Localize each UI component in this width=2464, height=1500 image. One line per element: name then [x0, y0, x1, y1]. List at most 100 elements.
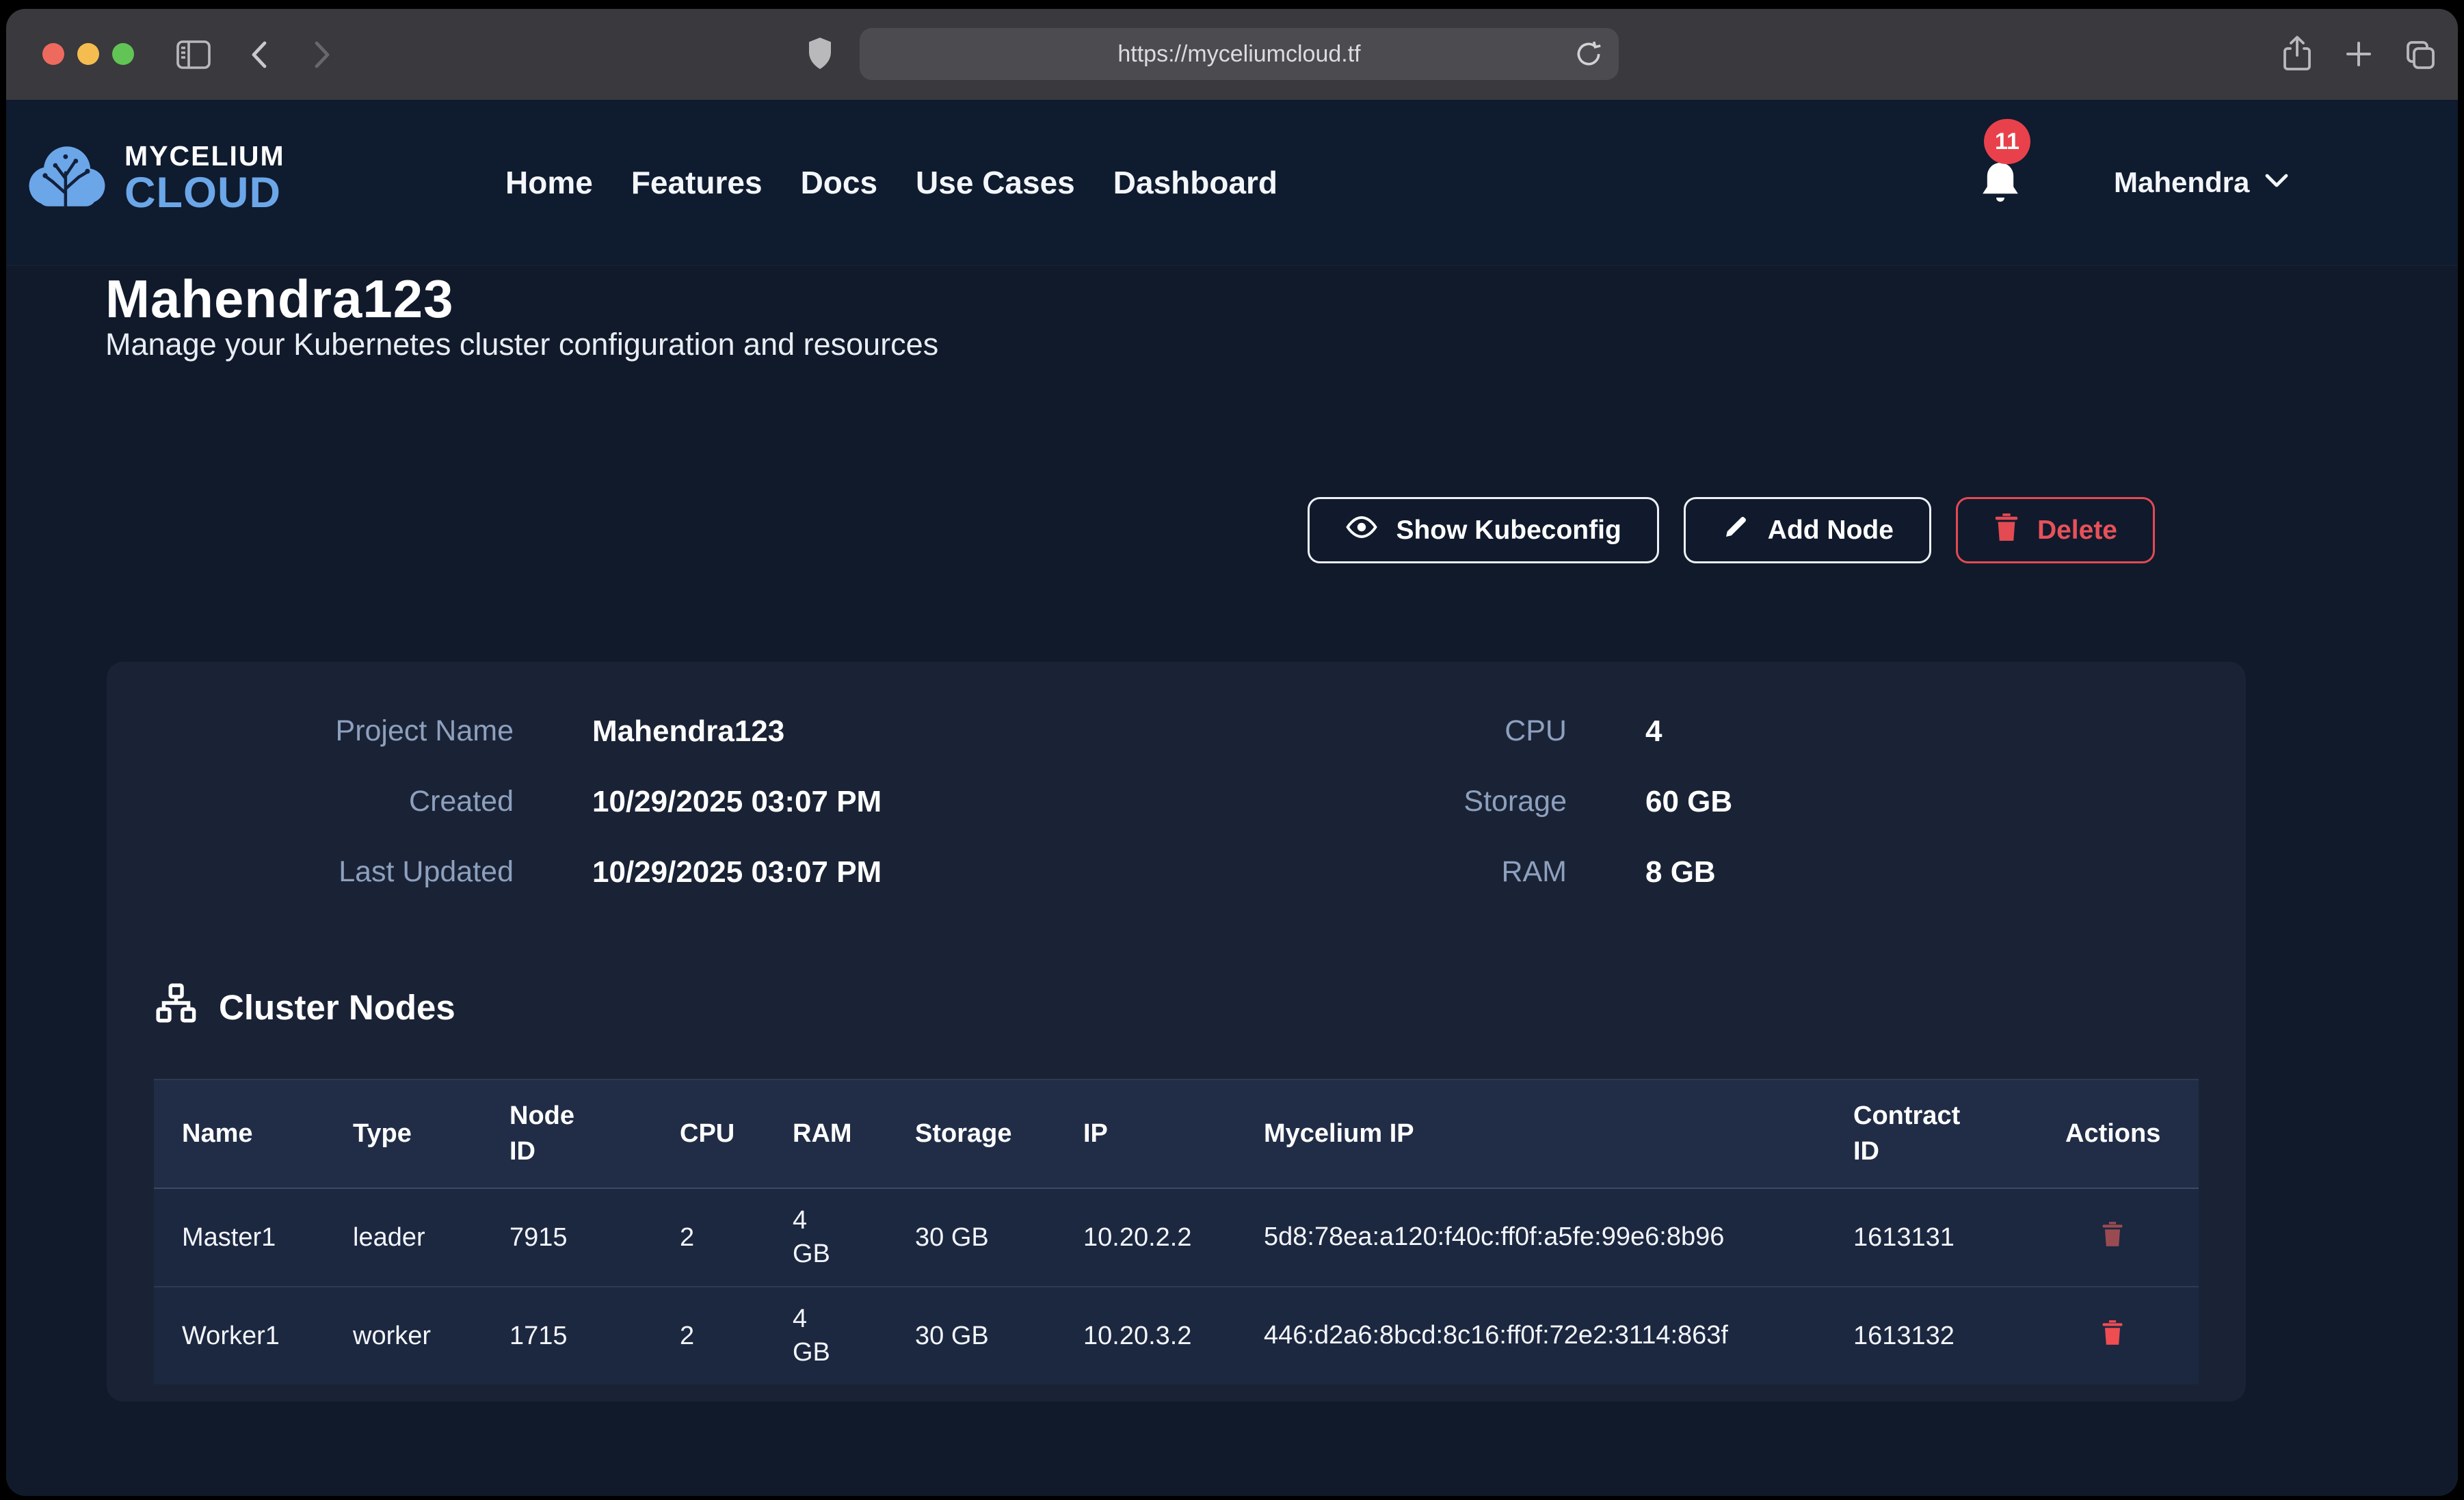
nav-item-docs[interactable]: Docs — [801, 164, 877, 201]
cell-type: worker — [352, 1287, 509, 1384]
info-label: Last Updated — [137, 855, 514, 889]
sidebar-toggle-icon[interactable] — [176, 40, 211, 70]
logo[interactable]: MYCELIUM CLOUD — [23, 137, 285, 219]
table-row: Master1 leader 7915 2 4 GB 30 GB 10.20.2… — [154, 1188, 2199, 1287]
show-kubeconfig-button[interactable]: Show Kubeconfig — [1308, 497, 1658, 563]
logo-text: MYCELIUM CLOUD — [124, 142, 285, 215]
overview-left: Project Name Mahendra123 Created 10/29/2… — [137, 696, 1139, 907]
overview-right: CPU 4 Storage 60 GB RAM 8 GB — [1184, 696, 2069, 907]
delete-node-button[interactable] — [2101, 1318, 2124, 1349]
table-row: Worker1 worker 1715 2 4 GB 30 GB 10.20.3… — [154, 1287, 2199, 1384]
share-icon[interactable] — [2281, 35, 2314, 73]
info-value: Mahendra123 — [592, 714, 1139, 749]
info-value: 8 GB — [1645, 855, 2069, 889]
col-header-type: Type — [352, 1080, 509, 1188]
cell-cpu: 2 — [679, 1188, 792, 1287]
info-label: Project Name — [137, 714, 514, 748]
add-node-label: Add Node — [1768, 515, 1894, 546]
eye-icon — [1345, 513, 1378, 548]
cell-type: leader — [352, 1188, 509, 1287]
cell-contract-id: 1613132 — [1853, 1287, 2065, 1384]
cell-actions — [2065, 1188, 2199, 1287]
cell-cpu: 2 — [679, 1287, 792, 1384]
info-label: Created — [137, 785, 514, 818]
delete-node-button[interactable] — [2101, 1220, 2124, 1250]
delete-cluster-button[interactable]: Delete — [1956, 497, 2155, 563]
refresh-icon[interactable] — [1574, 39, 1604, 69]
logo-line1: MYCELIUM — [124, 142, 285, 170]
cluster-overview-card: Project Name Mahendra123 Created 10/29/2… — [107, 662, 2246, 1402]
col-header-contract-id: Contract ID — [1853, 1080, 2065, 1188]
cell-mycelium-ip: 5d8:78ea:a120:f40c:ff0f:a5fe:99e6:8b96 — [1263, 1188, 1853, 1287]
tabs-overview-icon[interactable] — [2402, 38, 2437, 72]
logo-line2: CLOUD — [124, 172, 285, 215]
cell-ram: 4 GB — [792, 1188, 914, 1287]
url-text: https://myceliumcloud.tf — [1117, 41, 1360, 68]
col-header-ip: IP — [1083, 1080, 1263, 1188]
info-value: 10/29/2025 03:07 PM — [592, 855, 1139, 889]
cell-ram: 4 GB — [792, 1287, 914, 1384]
main-nav: Home Features Docs Use Cases Dashboard — [505, 100, 1277, 265]
delete-label: Delete — [2037, 515, 2117, 546]
back-button[interactable] — [246, 39, 276, 70]
info-label: CPU — [1184, 714, 1567, 748]
url-bar[interactable]: https://myceliumcloud.tf — [860, 28, 1619, 80]
cell-storage: 30 GB — [914, 1287, 1083, 1384]
site-header: MYCELIUM CLOUD Home Features Docs Use Ca… — [6, 100, 2458, 266]
org-chart-icon — [155, 982, 197, 1032]
traffic-light-zoom[interactable] — [112, 43, 134, 65]
trash-icon — [1993, 512, 2019, 549]
traffic-light-close[interactable] — [42, 43, 64, 65]
nav-item-use-cases[interactable]: Use Cases — [916, 164, 1075, 201]
browser-chrome: https://myceliumcloud.tf — [6, 9, 2458, 101]
cell-storage: 30 GB — [914, 1188, 1083, 1287]
cell-name: Master1 — [154, 1188, 352, 1287]
info-value: 10/29/2025 03:07 PM — [592, 785, 1139, 819]
cluster-actions: Show Kubeconfig Add Node Delete — [1308, 497, 2155, 563]
info-value: 4 — [1645, 714, 2069, 749]
chevron-down-icon — [2264, 173, 2289, 193]
traffic-light-minimize[interactable] — [77, 43, 99, 65]
cell-ip: 10.20.2.2 — [1083, 1188, 1263, 1287]
trash-icon — [2101, 1240, 2124, 1250]
add-node-button[interactable]: Add Node — [1684, 497, 1931, 563]
col-header-mycelium-ip: Mycelium IP — [1263, 1080, 1853, 1188]
info-value: 60 GB — [1645, 785, 2069, 819]
cell-ip: 10.20.3.2 — [1083, 1287, 1263, 1384]
pencil-icon — [1721, 513, 1750, 548]
page-subtitle: Manage your Kubernetes cluster configura… — [105, 327, 938, 362]
cell-actions — [2065, 1287, 2199, 1384]
browser-window: https://myceliumcloud.tf Mahendra123 Man… — [6, 9, 2458, 1496]
nav-item-home[interactable]: Home — [505, 164, 593, 201]
col-header-name: Name — [154, 1080, 352, 1188]
cell-contract-id: 1613131 — [1853, 1188, 2065, 1287]
info-label: Storage — [1184, 785, 1567, 818]
nav-item-dashboard[interactable]: Dashboard — [1113, 164, 1277, 201]
notification-count-badge: 11 — [1984, 119, 2030, 164]
cell-node-id: 1715 — [509, 1287, 679, 1384]
cluster-nodes-table: Name Type Node ID CPU RAM Storage IP Myc… — [154, 1079, 2199, 1384]
nav-item-features[interactable]: Features — [631, 164, 763, 201]
col-header-ram: RAM — [792, 1080, 914, 1188]
screen: https://myceliumcloud.tf Mahendra123 Man… — [0, 0, 2464, 1500]
shield-icon[interactable] — [806, 36, 834, 72]
forward-button[interactable] — [306, 39, 336, 70]
user-menu[interactable]: Mahendra — [2114, 100, 2289, 265]
cluster-nodes-heading: Cluster Nodes — [155, 982, 455, 1032]
cell-node-id: 7915 — [509, 1188, 679, 1287]
notification-bell-icon[interactable] — [1976, 157, 2030, 232]
col-header-storage: Storage — [914, 1080, 1083, 1188]
col-header-node-id: Node ID — [509, 1080, 679, 1188]
page-title: Mahendra123 — [105, 272, 454, 325]
show-kubeconfig-label: Show Kubeconfig — [1396, 515, 1621, 546]
cloud-tree-logo-icon — [23, 137, 111, 219]
page-viewport: Mahendra123 Manage your Kubernetes clust… — [6, 100, 2458, 1496]
user-name: Mahendra — [2114, 166, 2249, 199]
info-label: RAM — [1184, 855, 1567, 889]
trash-icon — [2101, 1339, 2124, 1349]
cell-name: Worker1 — [154, 1287, 352, 1384]
new-tab-icon[interactable] — [2344, 39, 2374, 69]
col-header-actions: Actions — [2065, 1080, 2199, 1188]
cluster-nodes-title: Cluster Nodes — [219, 987, 455, 1028]
cell-mycelium-ip: 446:d2a6:8bcd:8c16:ff0f:72e2:3114:863f — [1263, 1287, 1853, 1384]
